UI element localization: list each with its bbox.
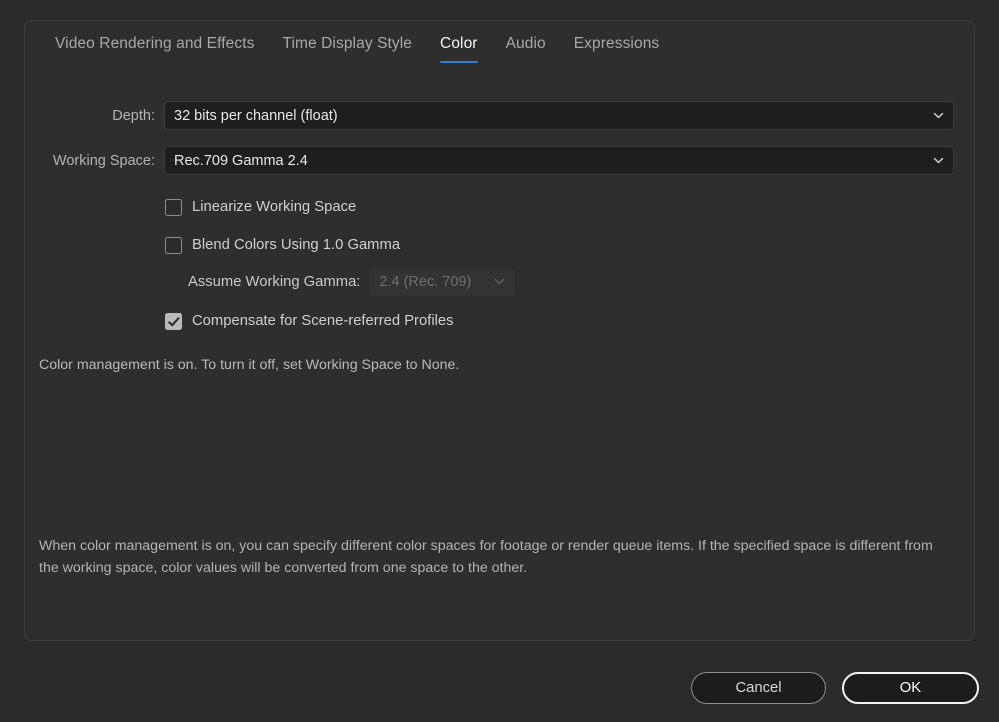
tab-label: Audio: [505, 35, 546, 52]
working-space-row: Working Space: Rec.709 Gamma 2.4: [25, 146, 974, 175]
chevron-down-icon: [494, 276, 505, 287]
blend-colors-label: Blend Colors Using 1.0 Gamma: [192, 237, 401, 253]
working-space-select[interactable]: Rec.709 Gamma 2.4: [164, 146, 954, 175]
assume-working-gamma-label: Assume Working Gamma:: [188, 274, 361, 290]
tab-audio[interactable]: Audio: [492, 21, 560, 53]
tab-time-display-style[interactable]: Time Display Style: [268, 21, 426, 53]
depth-row: Depth: 32 bits per channel (float): [25, 101, 974, 130]
ok-button[interactable]: OK: [842, 672, 979, 704]
tab-label: Time Display Style: [282, 35, 413, 52]
preferences-dialog: Video Rendering and Effects Time Display…: [0, 0, 999, 722]
compensate-scene-referred-row[interactable]: Compensate for Scene-referred Profiles: [165, 311, 454, 331]
linearize-working-space-row[interactable]: Linearize Working Space: [165, 197, 356, 217]
blend-colors-row[interactable]: Blend Colors Using 1.0 Gamma: [165, 235, 400, 255]
compensate-scene-referred-label: Compensate for Scene-referred Profiles: [192, 313, 454, 329]
assume-working-gamma-row: Assume Working Gamma: 2.4 (Rec. 709): [165, 268, 516, 296]
tab-expressions[interactable]: Expressions: [560, 21, 674, 53]
working-space-label: Working Space:: [52, 152, 155, 169]
preferences-panel: Video Rendering and Effects Time Display…: [24, 20, 975, 641]
compensate-scene-referred-checkbox[interactable]: [165, 312, 182, 330]
tab-active-underline: [440, 60, 478, 63]
color-management-description-text: When color management is on, you can spe…: [39, 538, 933, 576]
tab-video-rendering-and-effects[interactable]: Video Rendering and Effects: [41, 21, 268, 53]
assume-working-gamma-value: 2.4 (Rec. 709): [379, 274, 472, 290]
depth-select[interactable]: 32 bits per channel (float): [164, 101, 954, 130]
tab-color[interactable]: Color: [426, 21, 492, 63]
color-management-status-text: Color management is on. To turn it off, …: [39, 357, 460, 373]
linearize-working-space-label: Linearize Working Space: [192, 199, 357, 215]
chevron-down-icon: [933, 155, 944, 166]
assume-working-gamma-select: 2.4 (Rec. 709): [370, 268, 516, 296]
depth-label: Depth:: [112, 107, 155, 124]
tab-bar: Video Rendering and Effects Time Display…: [25, 21, 673, 71]
chevron-down-icon: [933, 110, 944, 121]
depth-value: 32 bits per channel (float): [174, 107, 338, 124]
working-space-value: Rec.709 Gamma 2.4: [174, 152, 308, 169]
dialog-footer: Cancel OK: [0, 664, 999, 714]
tab-label: Video Rendering and Effects: [55, 35, 255, 52]
tab-label: Expressions: [573, 35, 660, 52]
blend-colors-checkbox[interactable]: [165, 236, 182, 254]
cancel-button[interactable]: Cancel: [691, 672, 826, 704]
linearize-working-space-checkbox[interactable]: [165, 198, 182, 216]
tab-label: Color: [440, 35, 478, 52]
